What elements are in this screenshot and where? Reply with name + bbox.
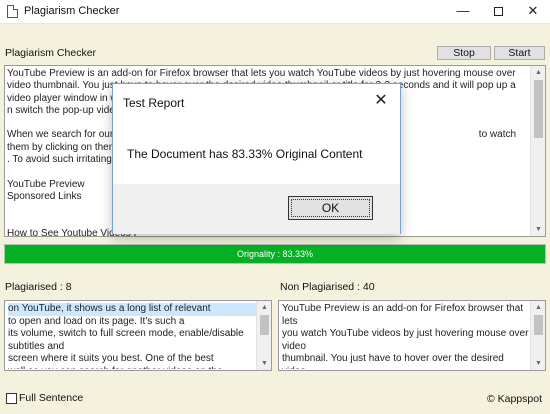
scroll-down-icon[interactable]: ▼ [257,357,271,370]
maximize-button[interactable] [481,0,515,24]
full-sentence-checkbox[interactable] [6,393,17,404]
non-plagiarised-label: Non Plagiarised : 40 [280,281,375,293]
list-item[interactable]: its volume, switch to full screen mode, … [8,328,256,353]
scroll-down-icon[interactable]: ▼ [531,357,545,370]
title-bar: Plagiarism Checker — ✕ [0,0,550,24]
close-window-button[interactable]: ✕ [516,0,550,24]
stop-button[interactable]: Stop [437,46,491,60]
dialog-footer: OK [113,184,400,234]
header-label: Plagiarism Checker [5,47,97,59]
non-plagiarised-list[interactable]: YouTube Preview is an add-on for Firefox… [278,300,546,371]
start-button[interactable]: Start [494,46,545,60]
originality-progress-bar: Orignality : 83.33% [4,244,546,264]
list-item[interactable]: on YouTube, it shows us a long list of r… [8,303,256,316]
copyright-text: © Kappspot [486,393,542,405]
close-icon[interactable]: ✕ [370,90,392,112]
ok-button[interactable]: OK [288,196,373,220]
plagiarised-label: Plagiarised : 8 [5,281,72,293]
scroll-down-icon[interactable]: ▼ [531,223,545,236]
list-item[interactable]: you watch YouTube videos by just hoverin… [282,328,530,353]
list-item[interactable]: YouTube Preview is an add-on for Firefox… [282,303,530,328]
list-item[interactable]: to open and load on its page. It's such … [8,316,256,329]
dialog-message: The Document has 83.33% Original Content [127,147,363,161]
scroll-up-icon[interactable]: ▲ [531,301,545,314]
list-item[interactable]: thumbnail. You just have to hover over t… [282,353,530,369]
full-sentence-label: Full Sentence [19,392,84,404]
plagiarised-scrollbar[interactable]: ▲ ▼ [256,301,271,370]
plagiarised-list[interactable]: on YouTube, it shows us a long list of r… [4,300,272,371]
non-plagiarised-scrollbar[interactable]: ▲ ▼ [530,301,545,370]
originality-label: Orignality : 83.33% [236,249,314,259]
list-item[interactable]: screen where it suits you best. One of t… [8,353,256,366]
dialog-title: Test Report [123,96,185,110]
scroll-up-icon[interactable]: ▲ [257,301,271,314]
list-item[interactable]: well as you can search for another video… [8,366,256,370]
document-icon [7,5,18,18]
minimize-button[interactable]: — [446,0,480,24]
window-title: Plagiarism Checker [24,5,120,17]
dialog-body: The Document has 83.33% Original Content [113,118,400,184]
scroll-thumb[interactable] [260,315,269,335]
scroll-thumb[interactable] [534,80,543,138]
plagiarised-lines: on YouTube, it shows us a long list of r… [8,303,256,369]
maximize-icon [493,7,503,17]
document-scrollbar[interactable]: ▲ ▼ [530,66,545,236]
test-report-dialog: Test Report ✕ The Document has 83.33% Or… [112,83,401,234]
scroll-thumb[interactable] [534,315,543,335]
non-plagiarised-lines: YouTube Preview is an add-on for Firefox… [282,303,530,369]
scroll-up-icon[interactable]: ▲ [531,66,545,79]
